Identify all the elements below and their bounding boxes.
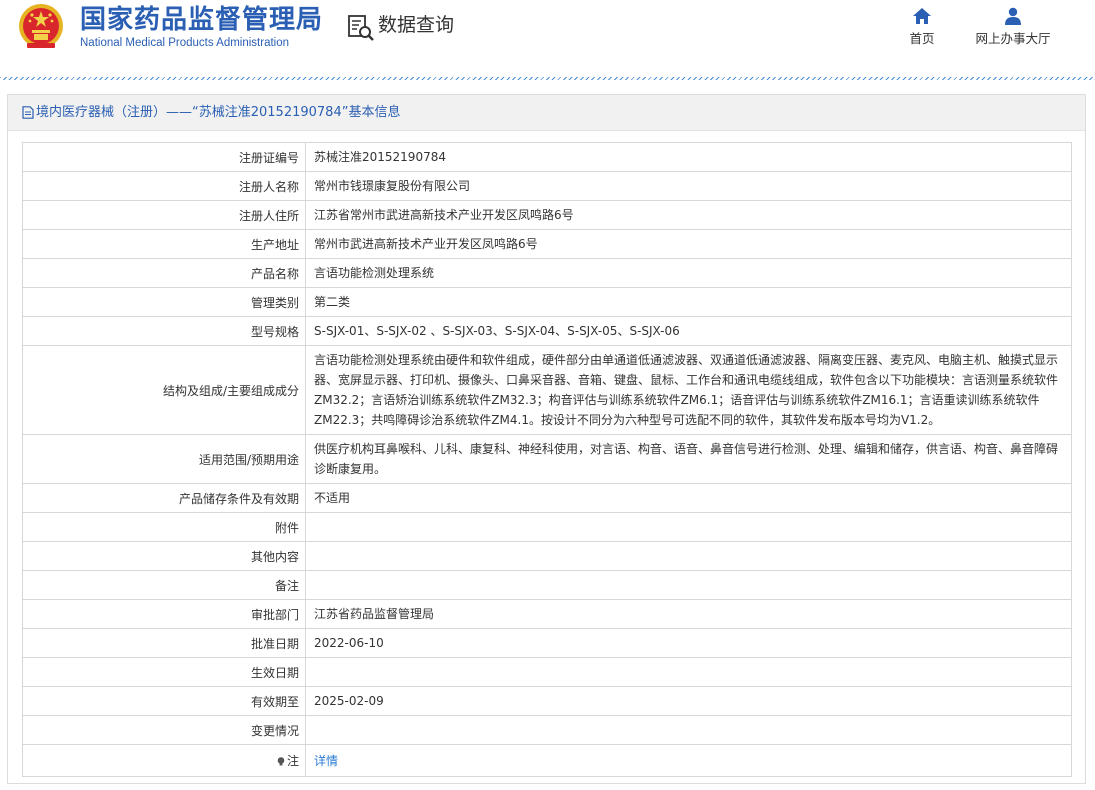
row-value: [305, 512, 1072, 542]
table-row: 变更情况: [22, 715, 1072, 745]
row-value: 苏械注准20152190784: [305, 142, 1072, 172]
row-value: 常州市钱璟康复股份有限公司: [305, 171, 1072, 201]
row-value: 言语功能检测处理系统由硬件和软件组成，硬件部分由单通道低通滤波器、双通道低通滤波…: [305, 345, 1072, 435]
row-value: 第二类: [305, 287, 1072, 317]
row-label: 产品名称: [22, 258, 306, 288]
site-title: 国家药品监督管理局: [80, 5, 324, 35]
row-label: 产品储存条件及有效期: [22, 483, 306, 513]
national-emblem-icon: [19, 4, 63, 48]
data-query-title: 数据查询: [378, 14, 455, 36]
row-value: 不适用: [305, 483, 1072, 513]
row-label: 结构及组成/主要组成成分: [22, 345, 306, 435]
table-row: 注册人名称 常州市钱璟康复股份有限公司: [22, 171, 1072, 201]
table-row: 注册证编号 苏械注准20152190784: [22, 142, 1072, 172]
row-label: 批准日期: [22, 628, 306, 658]
header-divider: [0, 77, 1095, 80]
row-value: [305, 541, 1072, 571]
row-label: 管理类别: [22, 287, 306, 317]
table-row: 备注: [22, 570, 1072, 600]
nav-online-hall-link[interactable]: 网上办事大厅: [968, 6, 1058, 50]
row-value: [305, 657, 1072, 687]
table-row: 管理类别 第二类: [22, 287, 1072, 317]
table-row: 注册人住所 江苏省常州市武进高新技术产业开发区凤鸣路6号: [22, 200, 1072, 230]
panel-title: 境内医疗器械（注册）——“苏械注准20152190784”基本信息: [36, 105, 401, 120]
site-header: 国家药品监督管理局 National Medical Products Admi…: [0, 0, 1095, 78]
lightbulb-icon: [277, 757, 285, 766]
row-value: 江苏省常州市武进高新技术产业开发区凤鸣路6号: [305, 200, 1072, 230]
nav-online-hall-label: 网上办事大厅: [975, 31, 1051, 46]
table-row: 产品名称 言语功能检测处理系统: [22, 258, 1072, 288]
note-label: 注: [286, 754, 299, 768]
details-link[interactable]: 详情: [314, 754, 338, 768]
row-value: 2022-06-10: [305, 628, 1072, 658]
row-label-note: 注: [22, 744, 306, 777]
table-row: 型号规格 S-SJX-01、S-SJX-02 、S-SJX-03、S-SJX-0…: [22, 316, 1072, 346]
row-label: 型号规格: [22, 316, 306, 346]
user-icon: [1005, 7, 1021, 25]
table-row: 生产地址 常州市武进高新技术产业开发区凤鸣路6号: [22, 229, 1072, 259]
site-subtitle: National Medical Products Administration: [80, 37, 290, 49]
table-row: 注 详情: [22, 744, 1072, 777]
row-label: 备注: [22, 570, 306, 600]
magnifier-document-icon: [348, 15, 374, 41]
row-value: 供医疗机构耳鼻喉科、儿科、康复科、神经科使用，对言语、构音、语音、鼻音信号进行检…: [305, 434, 1072, 484]
row-value: [305, 570, 1072, 600]
row-label: 附件: [22, 512, 306, 542]
table-row: 结构及组成/主要组成成分 言语功能检测处理系统由硬件和软件组成，硬件部分由单通道…: [22, 345, 1072, 435]
row-label: 审批部门: [22, 599, 306, 629]
row-label: 生产地址: [22, 229, 306, 259]
table-row: 审批部门 江苏省药品监督管理局: [22, 599, 1072, 629]
detail-panel: 境内医疗器械（注册）——“苏械注准20152190784”基本信息 注册证编号 …: [7, 94, 1086, 784]
row-label: 注册证编号: [22, 142, 306, 172]
row-label: 适用范围/预期用途: [22, 434, 306, 484]
nav-home-label: 首页: [909, 31, 935, 46]
table-row: 产品储存条件及有效期 不适用: [22, 483, 1072, 513]
table-row: 附件: [22, 512, 1072, 542]
table-row: 其他内容: [22, 541, 1072, 571]
row-value: 言语功能检测处理系统: [305, 258, 1072, 288]
row-label: 变更情况: [22, 715, 306, 745]
row-value: [305, 715, 1072, 745]
table-row: 生效日期: [22, 657, 1072, 687]
row-label: 其他内容: [22, 541, 306, 571]
home-icon: [913, 8, 931, 24]
row-value: S-SJX-01、S-SJX-02 、S-SJX-03、S-SJX-04、S-S…: [305, 316, 1072, 346]
row-label: 有效期至: [22, 686, 306, 716]
panel-header: 境内医疗器械（注册）——“苏械注准20152190784”基本信息: [8, 95, 1085, 131]
table-row: 适用范围/预期用途 供医疗机构耳鼻喉科、儿科、康复科、神经科使用，对言语、构音、…: [22, 434, 1072, 484]
row-value: 江苏省药品监督管理局: [305, 599, 1072, 629]
nav-home-link[interactable]: 首页: [896, 6, 948, 50]
row-label: 注册人住所: [22, 200, 306, 230]
registration-info-table: 注册证编号 苏械注准20152190784 注册人名称 常州市钱璟康复股份有限公…: [22, 142, 1072, 777]
row-label: 注册人名称: [22, 171, 306, 201]
row-value: 2025-02-09: [305, 686, 1072, 716]
row-label: 生效日期: [22, 657, 306, 687]
row-value: 详情: [305, 744, 1072, 777]
table-row: 批准日期 2022-06-10: [22, 628, 1072, 658]
table-row: 有效期至 2025-02-09: [22, 686, 1072, 716]
document-icon: [22, 106, 34, 119]
row-value: 常州市武进高新技术产业开发区凤鸣路6号: [305, 229, 1072, 259]
